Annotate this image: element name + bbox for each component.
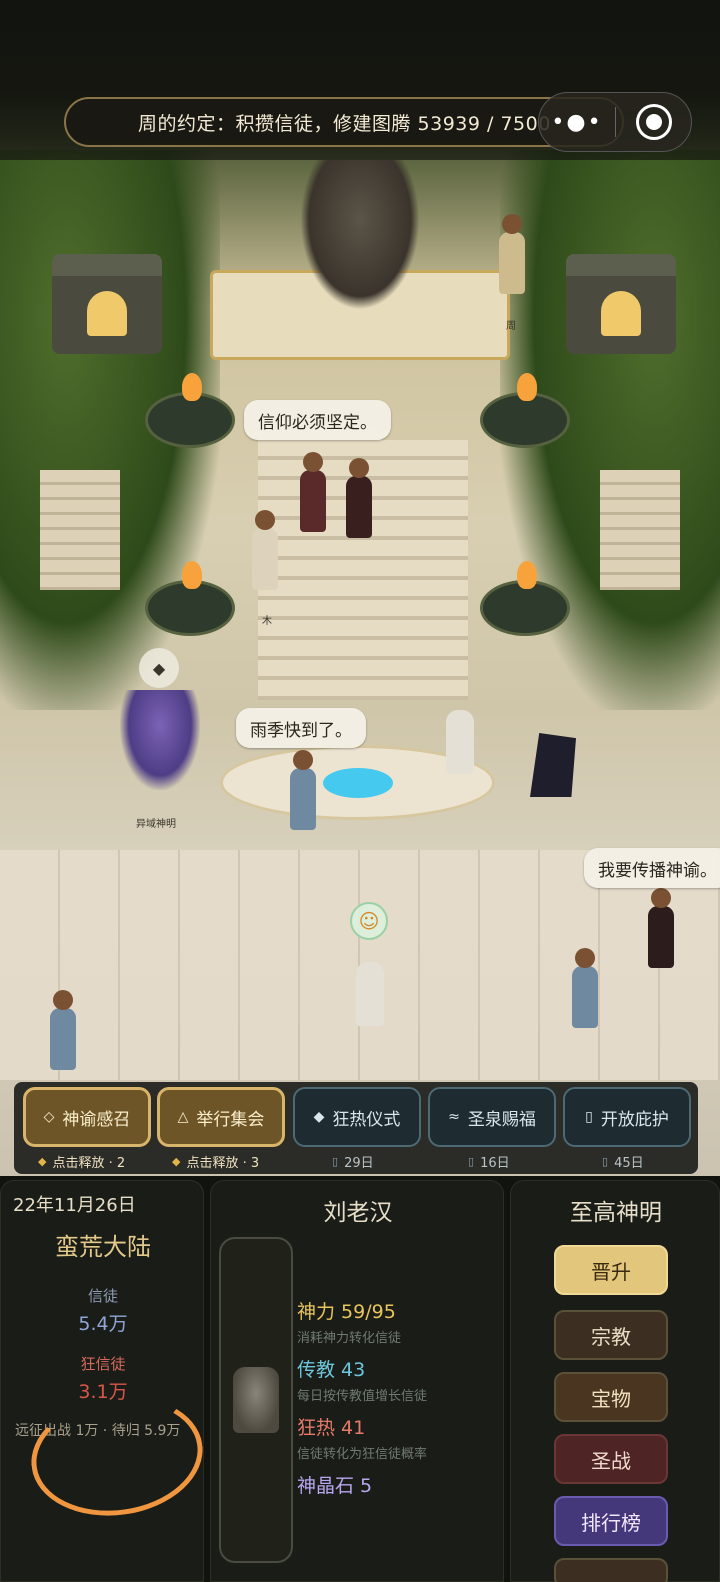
frenzy-ritual-button[interactable]: ◆ 狂热仪式: [293, 1087, 421, 1147]
frenzy-ritual-label: 狂热仪式: [332, 1109, 401, 1130]
holy-war-button[interactable]: 圣战: [554, 1434, 668, 1484]
bottom-panels: 22年11月26日 蛮荒大陆 信徒 5.4万 狂信徒 3.1万 远征出战 1万 …: [0, 1176, 720, 1582]
divine-crystal-value: 神晶石 5: [297, 1475, 373, 1497]
partial-menu-button[interactable]: [554, 1558, 668, 1582]
zhou-label: 周: [506, 321, 516, 332]
diamond-icon: ◆: [38, 1155, 47, 1168]
fanaticism-desc: 信徒转化为狂信徒概率: [297, 1447, 428, 1462]
spring-blessing-label: 圣泉赐福: [467, 1109, 536, 1130]
quest-text: 周的约定：积攒信徒，修建图腾 53939 / 7500: [138, 112, 551, 135]
preaching-desc: 每日按传教值增长信徒: [297, 1389, 428, 1404]
supreme-god-panel: 至高神明 晋升 宗教 宝物 圣战 排行榜: [510, 1180, 720, 1582]
hourglass-icon: ▯: [602, 1155, 609, 1168]
attribute-divine-power: 神力 59/95 消耗神力转化信徒: [297, 1297, 401, 1346]
fanaticism-value: 狂热 41: [297, 1417, 366, 1439]
diamond-icon: ◆: [172, 1155, 181, 1168]
game-date: 22年11月26日: [13, 1195, 136, 1216]
frenzy-ritual-sub: ▯ 29日: [332, 1152, 374, 1171]
totem-statue[interactable]: [300, 160, 420, 310]
follower-mu[interactable]: [252, 510, 278, 590]
frenzy-ritual-sub-text: 29日: [344, 1156, 374, 1171]
zealots-label: 狂信徒: [80, 1355, 126, 1373]
speech-bubble-oracle: 我要传播神谕。: [584, 848, 720, 888]
ascend-button[interactable]: 晋升: [554, 1245, 668, 1295]
hourglass-icon: ▯: [468, 1155, 475, 1168]
preaching-value: 传教 43: [297, 1359, 366, 1381]
side-stairs-left: [40, 470, 120, 590]
follower-walking-right[interactable]: [572, 948, 598, 1028]
divine-power-value: 神力 59/95: [297, 1301, 396, 1323]
diamond-icon[interactable]: ◆: [139, 648, 179, 688]
follower-kneeling[interactable]: [300, 452, 326, 532]
brazier-top-left: [145, 373, 235, 448]
hold-gathering-sub-text: 点击释放 · 3: [186, 1156, 260, 1171]
deity-statue-icon: [233, 1367, 279, 1433]
supreme-title: 至高神明: [570, 1200, 662, 1226]
brazier-bottom-left: [145, 561, 235, 636]
diamond-filled-icon: ◆: [313, 1109, 325, 1125]
followers-value: 5.4万: [78, 1313, 128, 1335]
wave-icon: ≈: [448, 1109, 460, 1125]
deity-portrait[interactable]: [219, 1237, 293, 1563]
mu-label: 木: [262, 616, 272, 627]
hold-gathering-label: 举行集会: [196, 1109, 265, 1130]
target-circle-icon[interactable]: [636, 104, 672, 140]
attribute-preaching: 传教 43 每日按传教值增长信徒: [297, 1355, 427, 1404]
hooded-pilgrim-plaza[interactable]: [356, 962, 384, 1026]
oracle-summon-sub-text: 点击释放 · 2: [52, 1156, 126, 1171]
follower-zhou[interactable]: [499, 214, 525, 294]
spring-blessing-sub-text: 16日: [480, 1156, 510, 1171]
dark-monolith[interactable]: [530, 733, 576, 797]
side-stairs-right: [600, 470, 680, 590]
follower-preacher[interactable]: [648, 888, 674, 968]
shrine-left[interactable]: [52, 254, 162, 354]
annotation-circle: [23, 1385, 211, 1527]
miniprogram-capsule: •●•: [538, 92, 692, 152]
oracle-summon-sub: ◆ 点击释放 · 2: [38, 1152, 125, 1171]
treasure-button[interactable]: 宝物: [554, 1372, 668, 1422]
alien-god-squid[interactable]: [120, 690, 200, 790]
world-stats-panel: 22年11月26日 蛮荒大陆 信徒 5.4万 狂信徒 3.1万 远征出战 1万 …: [0, 1180, 211, 1582]
open-shelter-sub-text: 45日: [614, 1156, 644, 1171]
attribute-fanaticism: 狂热 41 信徒转化为狂信徒概率: [297, 1413, 427, 1462]
follower-walking-stairs[interactable]: [346, 458, 372, 538]
continent-name: 蛮荒大陆: [55, 1233, 151, 1261]
attribute-divine-crystal: 神晶石 5: [297, 1471, 372, 1498]
triangle-icon: △: [177, 1109, 189, 1125]
more-dots-icon[interactable]: •●•: [539, 110, 615, 135]
shrine-right[interactable]: [566, 254, 676, 354]
follower-fountain[interactable]: [290, 750, 316, 830]
oracle-summon-label: 神谕感召: [62, 1109, 131, 1130]
alien-god-label: 异域神明: [136, 819, 176, 830]
speech-bubble-faith: 信仰必须坚定。: [244, 400, 391, 440]
religion-button[interactable]: 宗教: [554, 1310, 668, 1360]
game-scene[interactable]: ◆ ☺ 信仰必须坚定。 雨季快到了。 我要传播神谕。 异域神明 周 木 周的约定…: [0, 0, 720, 1180]
spring-blessing-button[interactable]: ≈ 圣泉赐福: [428, 1087, 556, 1147]
smile-icon[interactable]: ☺: [350, 902, 388, 940]
open-shelter-label: 开放庇护: [600, 1109, 669, 1130]
speech-bubble-rain: 雨季快到了。: [236, 708, 366, 748]
deity-name: 刘老汉: [323, 1200, 393, 1226]
open-shelter-sub: ▯ 45日: [602, 1152, 644, 1171]
hooded-pilgrim-stairs[interactable]: [446, 710, 474, 774]
diamond-outline-icon: ◇: [43, 1109, 55, 1125]
brazier-bottom-right: [480, 561, 570, 636]
oracle-summon-button[interactable]: ◇ 神谕感召: [23, 1087, 151, 1147]
hold-gathering-sub: ◆ 点击释放 · 3: [172, 1152, 259, 1171]
shelter-icon: ▯: [585, 1109, 593, 1125]
divine-power-desc: 消耗神力转化信徒: [297, 1331, 402, 1346]
action-bar: ◇ 神谕感召 ◆ 点击释放 · 2 △ 举行集会 ◆ 点击释放 · 3 ◆ 狂热…: [14, 1082, 698, 1174]
spring-blessing-sub: ▯ 16日: [468, 1152, 510, 1171]
capsule-divider: [615, 107, 616, 137]
open-shelter-button[interactable]: ▯ 开放庇护: [563, 1087, 691, 1147]
follower-walking-left[interactable]: [50, 990, 76, 1070]
deity-panel: 刘老汉 神力 59/95 消耗神力转化信徒 传教 43 每日按传教值增长信徒 狂…: [210, 1180, 504, 1582]
followers-label: 信徒: [87, 1287, 118, 1305]
leaderboard-button[interactable]: 排行榜: [554, 1496, 668, 1546]
hourglass-icon: ▯: [332, 1155, 339, 1168]
brazier-top-right: [480, 373, 570, 448]
hold-gathering-button[interactable]: △ 举行集会: [157, 1087, 285, 1147]
